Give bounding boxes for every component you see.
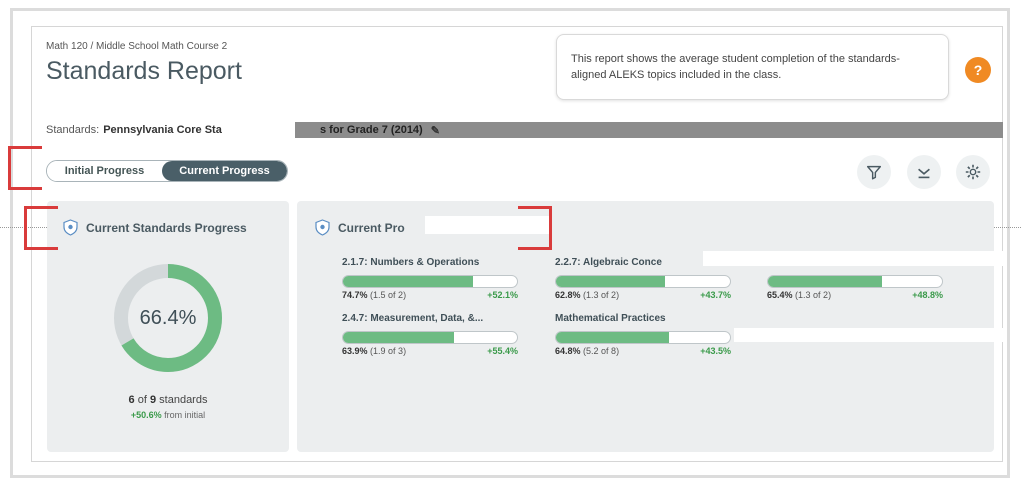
standard-item[interactable]: 2.1.7: Numbers & Operations 74.7% (1.5 o… [342,257,518,300]
standards-breakdown-header: Current Pro [315,219,405,236]
gain-value: +50.6% [130,410,162,420]
standards-name-end: s for Grade 7 (2014) [320,124,423,136]
info-popover: This report shows the average student co… [556,34,949,100]
highlight-bracket [518,206,552,250]
info-popover-text: This report shows the average student co… [571,53,900,81]
initial-progress-button[interactable]: Initial Progress [47,161,163,181]
standard-progress-fill [343,332,455,343]
gear-icon [965,164,981,180]
gain-suffix: from initial [164,410,206,420]
standard-detail: (1.3 of 2) [795,290,832,300]
shield-icon [63,219,78,236]
donut-percent: 66.4% [139,306,197,329]
standards-breakdown-title: Current Pro [338,220,405,235]
standard-progress-bar [342,331,518,344]
standards-progress-header: Current Standards Progress [63,219,247,236]
standard-percent: 74.7% [342,290,368,300]
standard-percent: 62.8% [555,290,581,300]
shield-icon [315,219,330,236]
standards-progress-title: Current Standards Progress [86,220,247,235]
render-glitch [734,328,1003,342]
standard-detail: (1.9 of 3) [370,346,407,356]
standard-progress-fill [556,332,669,343]
highlight-bracket [8,146,42,190]
standard-gain: +55.4% [487,346,518,356]
standard-item[interactable]: Mathematical Practices 64.8% (5.2 of 8) +… [555,313,731,356]
standard-gain: +48.8% [912,290,943,300]
pencil-icon[interactable]: ✎ [431,124,440,137]
standard-detail: (5.2 of 8) [583,346,620,356]
standard-progress-bar [555,275,731,288]
standard-item[interactable]: 2.4.7: Measurement, Data, &... 63.9% (1.… [342,313,518,356]
settings-button[interactable] [956,155,990,189]
standards-name-tail: s for Grade 7 (2014) ✎ [320,122,440,138]
page-title: Standards Report [46,57,242,85]
standards-total: 9 [149,394,157,406]
help-button[interactable]: ? [965,57,991,83]
standard-title: 2.1.7: Numbers & Operations [342,257,480,268]
standards-name: Pennsylvania Core Sta [103,124,222,136]
standards-unit: standards [159,394,208,406]
question-mark-icon: ? [973,62,983,78]
current-progress-button[interactable]: Current Progress [162,161,287,181]
standard-percent: 65.4% [767,290,793,300]
render-glitch [703,251,1003,266]
standard-progress-fill [768,276,882,287]
standard-detail: (1.3 of 2) [583,290,620,300]
standard-percent: 63.9% [342,346,368,356]
standard-progress-bar [555,331,731,344]
filter-button[interactable] [857,155,891,189]
standard-gain: +43.5% [700,346,731,356]
filter-icon [866,165,882,180]
standard-gain: +43.7% [700,290,731,300]
standard-progress-bar [342,275,518,288]
standard-progress-fill [556,276,666,287]
standard-percent: 64.8% [555,346,581,356]
standard-progress-bar [767,275,943,288]
download-icon [918,168,930,179]
standards-label: Standards: [46,124,100,136]
standards-mastered: 6 [128,394,135,406]
standard-detail: (1.5 of 2) [370,290,407,300]
progress-donut: 66.4% [112,262,224,374]
download-button[interactable] [907,155,941,189]
standard-progress-fill [343,276,473,287]
standard-title: 2.4.7: Measurement, Data, &... [342,313,484,324]
standard-gain: +52.1% [487,290,518,300]
breadcrumb[interactable]: Math 120 / Middle School Math Course 2 [46,41,227,52]
standard-title: Mathematical Practices [555,313,666,324]
highlight-bracket [24,206,58,250]
standards-of: of [137,394,147,406]
standards-count: 6 of 9 standards [47,394,289,406]
progress-toggle[interactable]: Initial Progress Current Progress [46,160,288,182]
gain-from-initial: +50.6% from initial [47,410,289,420]
